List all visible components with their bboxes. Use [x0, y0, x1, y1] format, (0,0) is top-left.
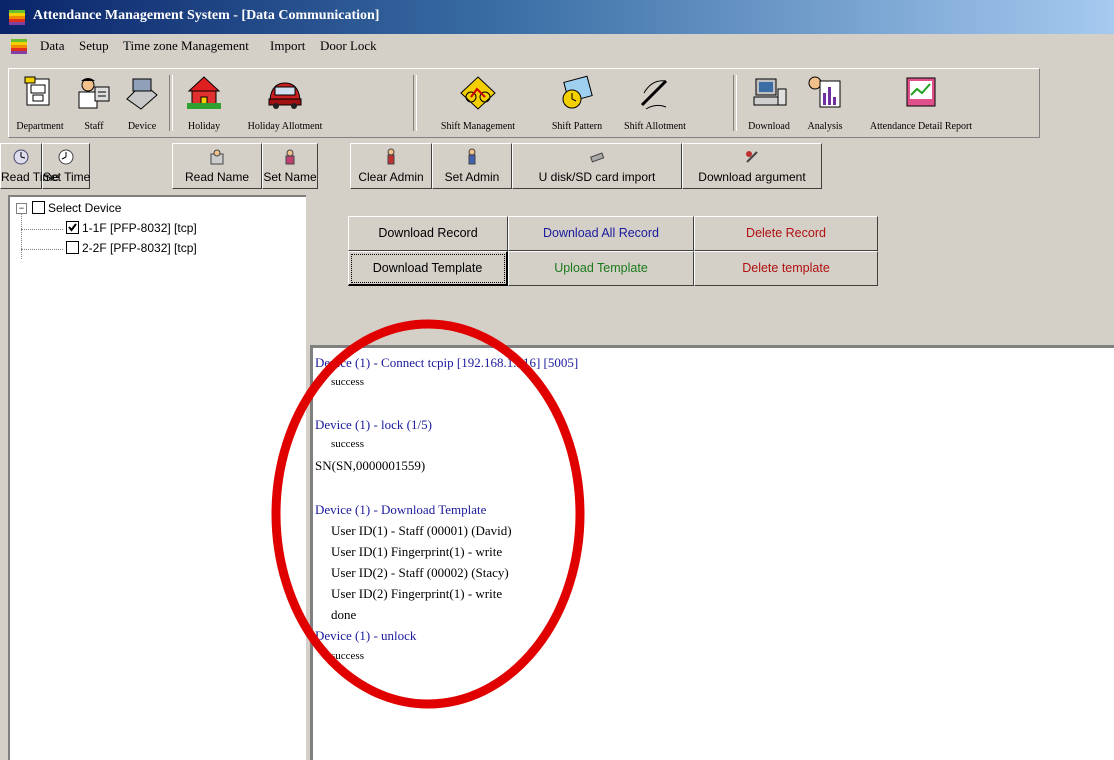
clear-admin-icon	[387, 148, 395, 165]
app-menu-icon[interactable]	[10, 37, 28, 55]
delete-record-button[interactable]: Delete Record	[694, 216, 878, 251]
read-name-button[interactable]: Read Name	[172, 143, 262, 189]
usb-disk-import-button[interactable]: U disk/SD card import	[512, 143, 682, 189]
menu-door-lock[interactable]: Door Lock	[320, 38, 377, 54]
log-line: done	[331, 607, 357, 622]
holiday-allotment-icon	[268, 82, 302, 109]
tree-device-1-1f[interactable]: 1-1F [PFP-8032] [tcp]	[66, 221, 197, 235]
log-line: User ID(1) - Staff (00001) (David)	[331, 523, 512, 538]
log-line: Device (1) - Connect tcpip [192.168.1.21…	[315, 355, 579, 370]
log-line: Device (1) - lock (1/5)	[315, 417, 432, 432]
device-1-checkbox[interactable]	[66, 221, 79, 234]
holiday-allotment-button[interactable]: Holiday Allotment	[235, 69, 335, 137]
log-line: User ID(2) - Staff (00002) (Stacy)	[331, 565, 509, 580]
read-time-button[interactable]: Read Time	[0, 143, 59, 189]
report-icon	[906, 77, 936, 107]
analysis-button[interactable]: Analysis	[799, 69, 851, 137]
log-line: success	[331, 438, 364, 450]
log-line: User ID(1) Fingerprint(1) - write	[331, 544, 503, 559]
download-icon	[753, 78, 787, 106]
staff-button[interactable]: Staff	[71, 69, 117, 137]
communication-log[interactable]: Device (1) - Connect tcpip [192.168.1.21…	[310, 345, 1114, 760]
shift-pattern-icon	[562, 75, 593, 109]
device-icon	[126, 78, 158, 110]
menu-data[interactable]: Data	[40, 38, 65, 54]
tree-root-select-device[interactable]: Select Device	[32, 201, 121, 215]
app-icon	[9, 10, 25, 25]
tree-device-2-2f[interactable]: 2-2F [PFP-8032] [tcp]	[66, 241, 197, 255]
shift-management-button[interactable]: Shift Management	[419, 69, 537, 137]
log-line: SN(SN,0000001559)	[315, 458, 426, 473]
clock-icon	[13, 149, 29, 165]
action-buttons: Download Record Download All Record Dele…	[348, 214, 878, 288]
set-admin-button[interactable]: Set Admin	[432, 143, 512, 189]
title-bar: Attendance Management System - [Data Com…	[0, 0, 1114, 34]
menu-bar: Data Setup Time zone Management Import D…	[0, 34, 1114, 58]
download-argument-icon	[746, 151, 758, 163]
clock-set-icon	[58, 149, 74, 165]
menu-import[interactable]: Import	[270, 38, 305, 54]
clear-admin-button[interactable]: Clear Admin	[350, 143, 432, 189]
menu-time-zone-management[interactable]: Time zone Management	[123, 38, 249, 54]
set-admin-icon	[468, 148, 476, 165]
set-name-button[interactable]: Set Name	[262, 143, 318, 189]
device-toolbar: Read Time Set Time Read Name Set Name Cl…	[0, 143, 830, 191]
analysis-icon	[808, 76, 841, 108]
shift-management-icon	[460, 76, 496, 110]
log-line: success	[331, 376, 364, 388]
holiday-icon	[187, 76, 221, 109]
set-time-button[interactable]: Set Time	[42, 143, 90, 189]
upload-template-button[interactable]: Upload Template	[508, 251, 694, 286]
select-all-checkbox[interactable]	[32, 201, 45, 214]
device-button[interactable]: Device	[117, 69, 167, 137]
shift-allotment-button[interactable]: Shift Allotment	[617, 69, 693, 137]
download-record-button[interactable]: Download Record	[348, 216, 508, 251]
set-name-icon	[285, 149, 295, 165]
usb-disk-icon	[590, 152, 605, 163]
window-title: Attendance Management System - [Data Com…	[33, 8, 380, 23]
device-tree-panel: − Select Device 1-1F [PFP-8032] [tcp] 2-…	[8, 195, 306, 760]
log-line: Device (1) - Download Template	[315, 502, 487, 517]
log-line: success	[331, 650, 364, 662]
read-name-icon	[210, 149, 224, 165]
menu-setup[interactable]: Setup	[79, 38, 109, 54]
download-argument-button[interactable]: Download argument	[682, 143, 822, 189]
department-button[interactable]: Department	[9, 69, 71, 137]
device-2-checkbox[interactable]	[66, 241, 79, 254]
shift-pattern-button[interactable]: Shift Pattern	[537, 69, 617, 137]
download-template-button[interactable]: Download Template	[348, 251, 508, 286]
download-all-record-button[interactable]: Download All Record	[508, 216, 694, 251]
log-line: Device (1) - unlock	[315, 628, 417, 643]
main-toolbar: Department Staff Device Holiday Holiday …	[8, 68, 1040, 138]
attendance-detail-report-button[interactable]: Attendance Detail Report	[851, 69, 991, 137]
delete-template-button[interactable]: Delete template	[694, 251, 878, 286]
log-line: User ID(2) Fingerprint(1) - write	[331, 586, 503, 601]
shift-allotment-icon	[640, 79, 668, 110]
staff-icon	[78, 78, 110, 109]
holiday-button[interactable]: Holiday	[173, 69, 235, 137]
department-icon	[24, 76, 50, 106]
download-button[interactable]: Download	[739, 69, 799, 137]
